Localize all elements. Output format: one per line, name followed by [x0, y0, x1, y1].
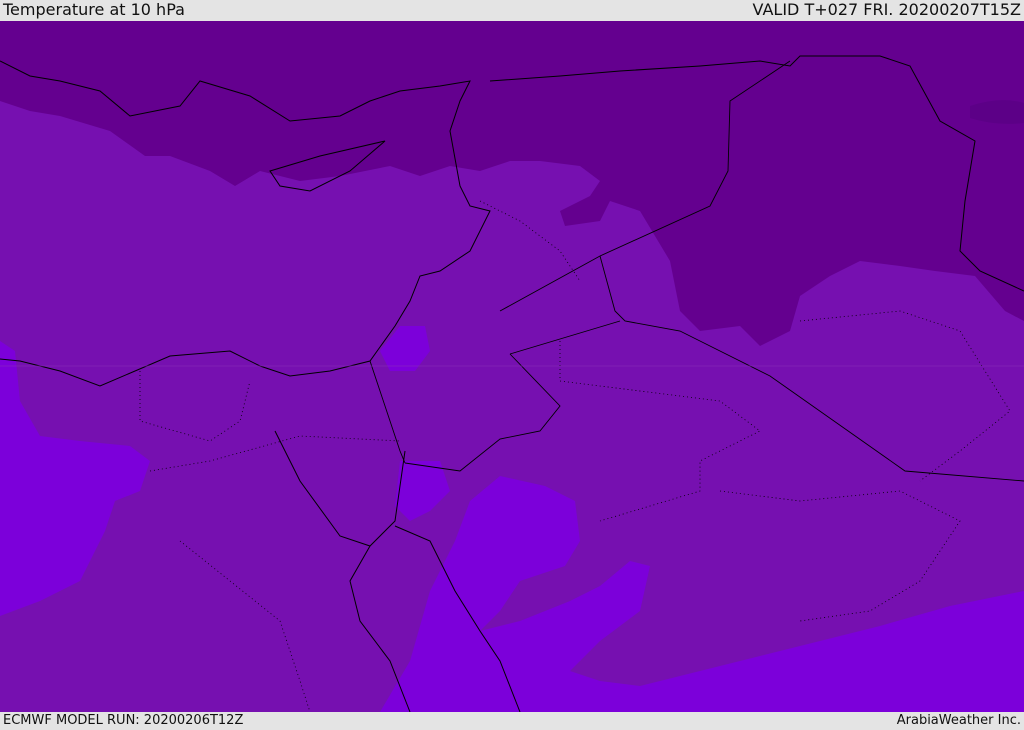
model-run: ECMWF MODEL RUN: 20200206T12Z: [3, 713, 244, 728]
footer-bar: ECMWF MODEL RUN: 20200206T12Z ArabiaWeat…: [0, 712, 1024, 729]
temperature-map[interactable]: [0, 21, 1024, 712]
header-bar: Temperature at 10 hPa VALID T+027 FRI. 2…: [0, 0, 1024, 21]
coldest-patch: [970, 100, 1024, 124]
credit: ArabiaWeather Inc.: [896, 713, 1021, 728]
